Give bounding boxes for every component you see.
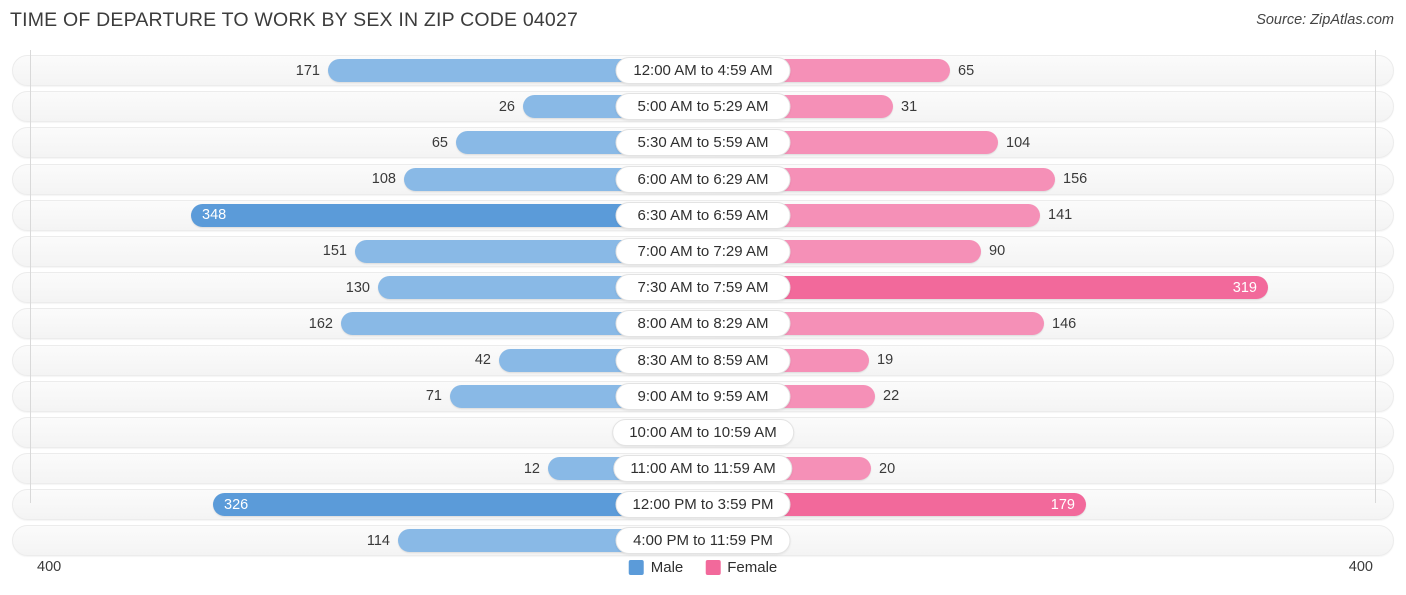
male-value-label: 130 [345,279,370,296]
axis-tick-right: 400 [1348,559,1373,575]
female-value-label: 31 [901,98,918,115]
male-value-label: 151 [322,243,347,260]
male-value-label: 65 [431,134,448,151]
female-value-label: 22 [883,388,900,405]
female-value-label: 90 [989,243,1006,260]
male-value-label: 12 [523,460,540,477]
category-label-pill[interactable]: 6:30 AM to 6:59 AM [615,201,791,229]
table-row[interactable]: 71 22 9:00 AM to 9:59 AM [0,379,1406,415]
male-value-label: 42 [474,352,491,368]
table-row[interactable]: 42 19 8:30 AM to 8:59 AM [0,343,1406,379]
table-row[interactable]: 326 179 12:00 PM to 3:59 PM [0,487,1406,523]
category-label-pill[interactable]: 10:00 AM to 10:59 AM [612,418,794,446]
axis-line-left [30,50,31,503]
table-row[interactable]: 0010:00 AM to 10:59 AM [0,415,1406,451]
male-value-label: 71 [425,388,442,405]
male-value-label: 171 [295,62,320,79]
chart-footer: 400 400 Male Female [0,559,1406,581]
legend-swatch-male-icon [628,560,644,575]
category-label-pill[interactable]: 9:00 AM to 9:59 AM [615,382,791,410]
table-row[interactable]: 171 65 12:00 AM to 4:59 AM [0,53,1406,89]
category-label-pill[interactable]: 8:30 AM to 8:59 AM [615,346,791,374]
female-value-label: 319 [1232,279,1257,296]
female-value-label: 179 [1050,496,1075,513]
category-label-pill[interactable]: 5:30 AM to 5:59 AM [615,129,791,157]
table-row[interactable]: 130 319 7:30 AM to 7:59 AM [0,270,1406,306]
category-label-pill[interactable]: 11:00 AM to 11:59 AM [613,455,793,483]
table-row[interactable]: 348 141 6:30 AM to 6:59 AM [0,198,1406,234]
legend-label-female: Female [727,559,778,576]
table-row[interactable]: 26 31 5:00 AM to 5:29 AM [0,89,1406,125]
male-value-label: 26 [498,98,515,115]
female-value-label: 19 [877,352,894,368]
male-value-label: 108 [371,171,396,188]
legend-swatch-female-icon [705,560,721,575]
page-title: TIME OF DEPARTURE TO WORK BY SEX IN ZIP … [10,9,579,31]
category-label-pill[interactable]: 7:30 AM to 7:59 AM [615,274,791,302]
female-value-label: 104 [1006,134,1031,151]
table-row[interactable]: 12 20 11:00 AM to 11:59 AM [0,451,1406,487]
table-row[interactable]: 162 146 8:00 AM to 8:29 AM [0,306,1406,342]
female-value-label: 156 [1063,171,1088,188]
diverging-bar-chart: 171 65 12:00 AM to 4:59 AM 26 31 5:00 AM to 5… [0,50,1406,557]
legend: Male Female [628,559,777,576]
category-label-pill[interactable]: 8:00 AM to 8:29 AM [615,310,791,338]
female-value-label: 65 [958,62,975,79]
table-row[interactable]: 151 90 7:00 AM to 7:29 AM [0,234,1406,270]
table-row[interactable]: 11404:00 PM to 11:59 PM [0,523,1406,559]
category-label-pill[interactable]: 6:00 AM to 6:29 AM [615,165,791,193]
source-attribution: Source: ZipAtlas.com [1256,12,1394,28]
legend-item-male[interactable]: Male [628,559,684,576]
female-value-label: 141 [1048,207,1073,224]
category-label-pill[interactable]: 5:00 AM to 5:29 AM [615,93,791,121]
chart-rows: 171 65 12:00 AM to 4:59 AM 26 31 5:00 AM to 5… [0,53,1406,560]
male-value-label: 326 [224,496,249,513]
category-label-pill[interactable]: 12:00 AM to 4:59 AM [615,57,791,84]
male-value-label: 114 [366,532,390,549]
table-row[interactable]: 65 104 5:30 AM to 5:59 AM [0,125,1406,161]
legend-item-female[interactable]: Female [705,559,777,576]
category-label-pill[interactable]: 4:00 PM to 11:59 PM [615,527,791,555]
table-row[interactable]: 108 156 6:00 AM to 6:29 AM [0,162,1406,198]
legend-label-male: Male [650,559,684,576]
male-value-label: 348 [202,207,227,224]
category-label-pill[interactable]: 7:00 AM to 7:29 AM [615,237,791,265]
chart-page: TIME OF DEPARTURE TO WORK BY SEX IN ZIP … [0,0,1406,595]
axis-line-right [1375,50,1376,503]
category-label-pill[interactable]: 12:00 PM to 3:59 PM [615,491,791,519]
axis-tick-left: 400 [37,559,62,575]
female-value-label: 146 [1052,315,1077,332]
female-value-label: 20 [879,460,896,477]
male-value-label: 162 [308,315,333,332]
